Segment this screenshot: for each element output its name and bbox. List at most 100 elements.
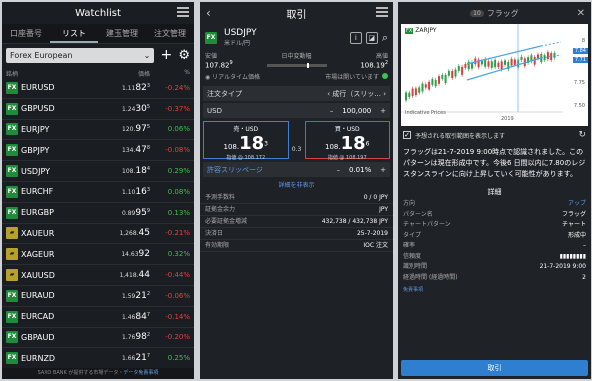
high-label: 高値	[375, 53, 388, 60]
detail-key: 有効期限	[205, 242, 230, 250]
pattern-chart[interactable]: FX ZARJPY 8 7.84 7.71 7.75 7.50 2019 Ind…	[401, 24, 588, 126]
watchlist-row[interactable]: FX EURGBP 0.89959 0.13%	[2, 203, 194, 224]
gear-icon[interactable]: ⚙	[178, 48, 190, 63]
detail-value: JPY	[379, 206, 388, 214]
watchlist-row[interactable]: FX EURCAD 1.46847 -0.14%	[2, 307, 194, 328]
flag-panel: 10 フラッグ ✕ FX ZARJPY 8 7.84 7.71 7.75 7.5…	[398, 2, 591, 379]
disclaimer-link[interactable]: データ免責事項	[123, 370, 158, 376]
watchlist-row[interactable]: ▰ XAGEUR 14.6392 0.32%	[2, 244, 194, 266]
tab-list[interactable]: リスト	[50, 24, 98, 43]
price-boxes: 売・USD 108.183 指値 @ 108.172 0.3 買・USD 108…	[203, 121, 390, 161]
close-icon[interactable]: ✕	[577, 8, 585, 19]
chart-icon[interactable]: ◪	[365, 31, 378, 44]
tab-account[interactable]: 口座番号	[2, 24, 50, 43]
watchlist-row[interactable]: FX GBPUSD 1.24305 -0.37%	[2, 99, 194, 120]
row-price: 1.46847	[122, 311, 150, 322]
sell-button[interactable]: 売・USD 108.183 指値 @ 108.172	[203, 121, 289, 161]
change-label: 日中変動幅	[281, 53, 312, 60]
fx-icon: FX	[6, 206, 18, 219]
row-symbol: EURCAD	[21, 312, 55, 322]
price-tag-1: 7.84	[572, 48, 588, 54]
pattern-detail-value: 形成中	[567, 231, 586, 239]
row-price: 1,268.45	[119, 228, 150, 239]
col-pct: %	[184, 69, 190, 76]
pattern-detail-row: 経過時間 (経過時間) 2	[398, 273, 591, 284]
trade-button[interactable]: 取引	[401, 360, 588, 376]
disclaimer-link[interactable]: 免責事項	[398, 283, 591, 296]
watchlist-row[interactable]: FX EURUSD 1.11823 -0.24%	[2, 78, 194, 99]
detail-row: 必要証拠金増減 432,738 / 432,738 JPY	[200, 216, 393, 229]
row-price: 1.59212	[122, 290, 150, 301]
slippage-value[interactable]: 0.01%	[349, 166, 371, 174]
trade-header: ‹ 取引	[200, 2, 393, 24]
detail-row: 有効期限 IOC 注文	[200, 240, 393, 253]
pattern-detail-value: フラッグ	[561, 210, 586, 218]
row-symbol: XAUUSD	[21, 270, 55, 280]
tab-positions[interactable]: 建玉管理	[98, 24, 146, 43]
fx-icon: FX	[6, 81, 18, 94]
pattern-detail-value: 2	[582, 273, 586, 281]
minus-icon[interactable]: –	[330, 107, 342, 115]
watchlist-row[interactable]: FX EURNZD 1.66217 0.25%	[2, 348, 194, 370]
menu-icon[interactable]	[177, 7, 189, 19]
row-symbol: EURCHF	[21, 187, 54, 197]
spread: 0.3	[291, 146, 302, 154]
watchlist-rows: FX EURUSD 1.11823 -0.24% FX GBPUSD 1.24305 -0.3…	[2, 78, 194, 370]
menu-icon[interactable]	[376, 7, 388, 19]
amount-value[interactable]: 100,000	[342, 107, 371, 115]
row-symbol: EURGBP	[21, 208, 54, 218]
tab-orders[interactable]: 注文管理	[146, 24, 194, 43]
detail-value: 0 / 0 JPY	[363, 194, 388, 202]
watchlist-tabs: 口座番号 リスト 建玉管理 注文管理	[2, 24, 194, 44]
watchlist-row[interactable]: FX GBPJPY 134.478 -0.08%	[2, 140, 194, 162]
list-select-row: Forex European ⌄ + ⚙	[2, 44, 194, 66]
pattern-detail-row: チャートパターン チャート	[398, 220, 591, 231]
range-labels: 安値 日中変動幅 高値	[200, 51, 393, 60]
market-status: 市場は開いています	[325, 72, 388, 81]
chevron-right-icon[interactable]: ›	[381, 90, 386, 98]
buy-button[interactable]: 買・USD 108.186 指値 @ 108.197	[304, 121, 390, 161]
plus-icon[interactable]: +	[371, 107, 386, 115]
row-price: 134.478	[122, 145, 150, 156]
row-symbol: EURNZD	[21, 353, 56, 363]
pattern-description: フラッグは21-7-2019 9:00時点で認識されました。このパターンは現在形…	[403, 148, 586, 178]
watchlist-row[interactable]: FX EURJPY 120.975 0.06%	[2, 120, 194, 141]
minus-icon[interactable]: –	[337, 166, 349, 174]
back-icon[interactable]: ‹	[206, 6, 211, 20]
detail-key: 証拠金余力	[205, 206, 236, 214]
watchlist-row[interactable]: ▰ XAUEUR 1,268.45 -0.21%	[2, 224, 194, 245]
range-toggle[interactable]: ✓ 予想される取引範囲を表示します ↻	[398, 126, 591, 144]
watchlist-row[interactable]: FX EURCHF 1.10163 0.08%	[2, 182, 194, 203]
plus-icon[interactable]: +	[371, 166, 386, 174]
row-symbol: EURAUD	[21, 291, 55, 301]
add-icon[interactable]: +	[160, 47, 172, 63]
high-value: 108.192	[360, 60, 388, 70]
instrument-name[interactable]: USDJPY	[224, 28, 346, 38]
pattern-detail-row: 確率 –	[398, 241, 591, 252]
order-type-field[interactable]: 注文タイプ ‹ 成行（スリッ... ›	[203, 86, 390, 102]
watchlist-row[interactable]: FX USDJPY 108.184 0.29%	[2, 161, 194, 182]
watchlist-row[interactable]: FX GBPAUD 1.76982 -0.20%	[2, 328, 194, 349]
row-symbol: XAUEUR	[21, 228, 55, 238]
status-row: ◉ リアルタイム価格 市場は開いています	[200, 69, 393, 84]
watchlist-row[interactable]: ▰ XAUUSD 1,418.44 -0.44%	[2, 265, 194, 286]
hide-details-link[interactable]: 詳細を非表示	[200, 180, 393, 189]
row-change: 0.29%	[167, 167, 190, 176]
axis-top: 8	[581, 38, 585, 44]
range-values: 107.829 108.192	[200, 60, 393, 69]
amount-field[interactable]: USD – 100,000 +	[203, 103, 390, 119]
watchlist-row[interactable]: FX EURAUD 1.59212 -0.06%	[2, 286, 194, 307]
buy-price: 18	[340, 133, 366, 155]
search-icon[interactable]: ⌕	[382, 31, 388, 45]
fx-icon: FX	[6, 352, 18, 365]
refresh-icon[interactable]: ↻	[578, 130, 586, 140]
row-symbol: GBPUSD	[21, 104, 55, 114]
list-select[interactable]: Forex European ⌄	[6, 47, 155, 63]
info-icon[interactable]: i	[349, 31, 362, 44]
watchlist-header: Watchlist	[2, 2, 194, 24]
footer-notice: SAXO BANK が提供する市場データ・データ免責事項	[2, 368, 194, 379]
flag-details: 方向 アップ パターン名 フラッグ チャートパターン チャート タイプ 形成中 確率 – 信頼度 ▮▮…	[398, 199, 591, 283]
checkbox-icon[interactable]: ✓	[403, 131, 411, 139]
slippage-field[interactable]: 許容スリッページ – 0.01% +	[203, 162, 390, 178]
watchlist-title: Watchlist	[75, 7, 121, 19]
